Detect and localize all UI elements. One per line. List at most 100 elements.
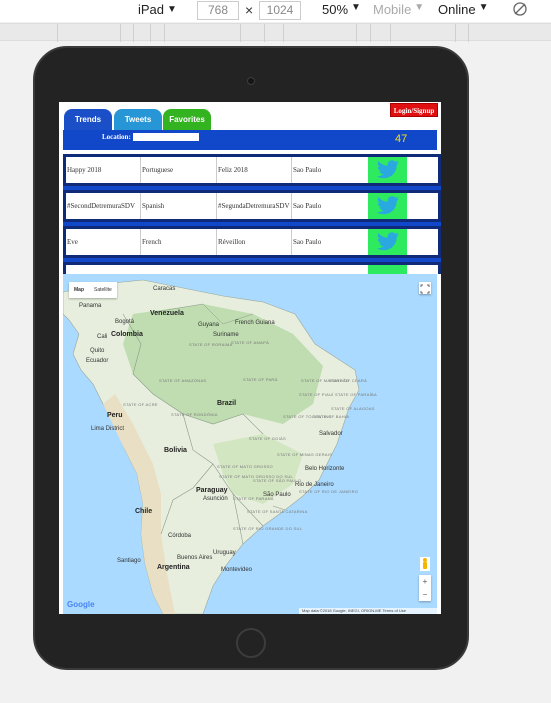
twitter-bird-icon: [376, 232, 399, 251]
trend-language: Spanish: [141, 193, 217, 219]
map-label: Caracas: [153, 286, 176, 292]
state-label: STATE OF AMAZONAS: [159, 378, 207, 383]
state-label: STATE OF PARAÍBA: [335, 392, 377, 397]
state-label: STATE OF AMAPÁ: [231, 340, 270, 345]
trend-city: Sao Paulo: [293, 166, 322, 174]
state-label: STATE OF RORAIMA: [189, 342, 233, 347]
tab-tweets[interactable]: Tweets: [114, 109, 162, 130]
zoom-select[interactable]: 50% ▼: [322, 2, 361, 17]
zoom-out-button[interactable]: −: [419, 588, 431, 601]
map-label: Ecuador: [86, 358, 109, 364]
google-map[interactable]: Caracas Venezuela Bogotá Colombia Cali Q…: [63, 274, 437, 614]
chevron-down-icon: ▼: [167, 4, 177, 15]
map-label: Santiago: [117, 558, 141, 564]
fullscreen-icon[interactable]: [419, 282, 431, 294]
map-label: Uruguay: [213, 550, 236, 556]
table-row[interactable]: Eve French Réveillon Sao Paulo: [63, 226, 441, 258]
rotate-icon[interactable]: [512, 1, 528, 17]
state-label: STATE OF SÃO PAULO: [253, 478, 302, 483]
map-label: Peru: [107, 412, 123, 419]
google-logo: Google: [67, 600, 95, 609]
tweet-button[interactable]: [368, 229, 407, 255]
state-label: STATE OF PARANÁ: [233, 496, 274, 501]
network-label: Online: [438, 2, 476, 17]
tweet-button[interactable]: [368, 193, 407, 219]
zoom-in-button[interactable]: +: [419, 575, 431, 588]
location-label: Location:: [102, 133, 131, 141]
throttle-label: Mobile: [373, 2, 412, 17]
map-label: Córdoba: [168, 533, 192, 539]
map-label: Chile: [135, 508, 153, 515]
tab-favorites[interactable]: Favorites: [163, 109, 211, 130]
tweet-button[interactable]: [368, 265, 407, 274]
state-label: STATE OF PARÁ: [243, 377, 278, 382]
twitter-bird-icon: [376, 196, 399, 215]
state-label: STATE OF BAHIA: [313, 414, 350, 419]
map-label: Brazil: [217, 400, 237, 407]
table-row[interactable]: [63, 262, 441, 274]
state-label: STATE OF ACRE: [123, 402, 158, 407]
map-attribution: Map data ©2018 Google, INEGI, ORION-ME T…: [299, 608, 437, 614]
throttle-select[interactable]: Mobile ▼: [373, 2, 424, 17]
state-label: STATE OF GOIÁS: [249, 436, 286, 441]
map-type-control: Map Satellite: [69, 282, 117, 298]
map-label: Buenos Aires: [177, 555, 213, 561]
tweet-button[interactable]: [368, 157, 407, 183]
trend-name: Eve: [66, 229, 141, 255]
tab-trends[interactable]: Trends: [64, 109, 112, 130]
twitter-bird-icon: [376, 160, 399, 179]
state-label: STATE OF RONDÔNIA: [171, 412, 218, 417]
state-label: STATE OF CEARÁ: [329, 378, 368, 383]
pegman-icon[interactable]: [420, 557, 430, 571]
map-type-satellite-button[interactable]: Satellite: [89, 282, 117, 298]
location-input[interactable]: [133, 133, 199, 141]
device-select[interactable]: iPad ▼: [138, 2, 177, 17]
height-input[interactable]: 1024: [259, 1, 301, 20]
login-signup-button[interactable]: Login/Signup: [390, 103, 438, 117]
state-label: STATE OF ALAGOAS: [331, 406, 375, 411]
zoom-control: + −: [419, 575, 431, 601]
trend-translation: #SegundaDetremuraSDV: [217, 193, 292, 219]
trend-city: Sao Paulo: [293, 202, 322, 210]
app-screen: Login/Signup Trends Tweets Favorites Loc…: [59, 102, 441, 614]
map-label: Salvador: [319, 431, 343, 437]
map-label: Asunción: [203, 496, 228, 502]
state-label: STATE OF PIAUÍ: [299, 392, 334, 397]
table-row[interactable]: #SecondDetremuraSDV Spanish #SegundaDetr…: [63, 190, 441, 222]
map-label: Lima District: [91, 426, 125, 432]
map-label: Guyana: [198, 322, 220, 328]
map-label: Montevideo: [221, 567, 253, 573]
state-label: STATE OF RIO DE JANEIRO: [299, 489, 359, 494]
table-row[interactable]: Happy 2018 Portuguese Feliz 2018 Sao Pau…: [63, 154, 441, 186]
home-button[interactable]: [236, 628, 266, 658]
trends-table: Happy 2018 Portuguese Feliz 2018 Sao Pau…: [63, 150, 441, 274]
map-label: Panama: [79, 303, 102, 309]
trend-city: Sao Paulo: [293, 238, 322, 246]
camera-icon: [247, 77, 255, 85]
map-type-map-button[interactable]: Map: [69, 282, 89, 298]
map-label: Suriname: [213, 332, 239, 338]
state-label: STATE OF MATO GROSSO: [217, 464, 273, 469]
trend-name: #SecondDetremuraSDV: [66, 193, 141, 219]
map-label: Colombia: [111, 331, 143, 338]
map-label: French Guiana: [235, 320, 275, 326]
trend-translation: Feliz 2018: [217, 157, 292, 183]
map-label: Paraguay: [196, 487, 228, 494]
media-query-ruler: [0, 23, 551, 42]
network-select[interactable]: Online ▼: [438, 2, 488, 17]
chevron-down-icon: ▼: [414, 2, 425, 13]
trend-translation: Réveillon: [217, 229, 292, 255]
chevron-down-icon: ▼: [478, 2, 489, 13]
map-label: Belo Horizonte: [305, 466, 345, 472]
chevron-down-icon: ▼: [351, 2, 361, 13]
width-input[interactable]: 768: [197, 1, 239, 20]
map-label: Bolivia: [164, 447, 187, 454]
map-label: Cali: [97, 334, 108, 340]
device-label: iPad: [138, 2, 165, 17]
map-label: Argentina: [157, 564, 190, 571]
state-label: STATE OF SANTA CATARINA: [247, 509, 308, 514]
trend-language: French: [141, 229, 217, 255]
map-label: Quito: [90, 348, 105, 354]
location-bar: Location: 47: [63, 130, 437, 150]
times-icon: ×: [245, 2, 254, 18]
